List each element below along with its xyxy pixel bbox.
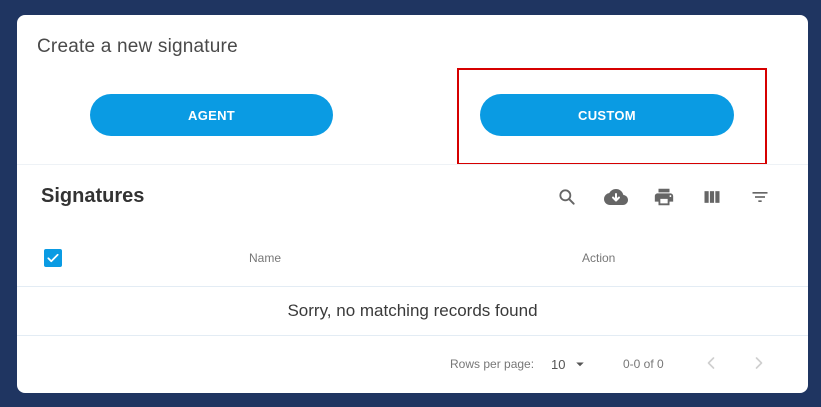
create-signature-title: Create a new signature xyxy=(37,36,238,57)
rows-per-page-label: Rows per page: xyxy=(450,357,535,371)
filter-icon[interactable] xyxy=(748,185,772,209)
column-header-name[interactable]: Name xyxy=(249,251,281,265)
empty-message: Sorry, no matching records found xyxy=(17,287,808,336)
view-columns-icon[interactable] xyxy=(700,185,724,209)
rows-per-page-value: 10 xyxy=(551,356,566,372)
dropdown-arrow-icon xyxy=(576,362,585,367)
download-icon[interactable] xyxy=(604,185,628,209)
signature-card: Create a new signature AGENT CUSTOM Sign… xyxy=(17,15,808,393)
next-page-icon[interactable] xyxy=(747,351,771,375)
agent-button[interactable]: AGENT xyxy=(90,94,333,136)
check-icon xyxy=(47,253,59,263)
pagination-range: 0-0 of 0 xyxy=(623,357,664,371)
select-all-checkbox[interactable] xyxy=(44,249,62,267)
previous-page-icon[interactable] xyxy=(699,351,723,375)
section-divider xyxy=(17,164,808,165)
table-header: Name Action xyxy=(17,235,808,287)
pagination-footer: Rows per page: 10 0-0 of 0 xyxy=(17,337,808,393)
signatures-title: Signatures xyxy=(41,185,145,207)
highlight-box xyxy=(457,68,767,165)
print-icon[interactable] xyxy=(652,185,676,209)
search-icon[interactable] xyxy=(555,185,579,209)
rows-per-page-select[interactable]: 10 xyxy=(551,354,591,374)
column-header-action[interactable]: Action xyxy=(582,251,615,265)
